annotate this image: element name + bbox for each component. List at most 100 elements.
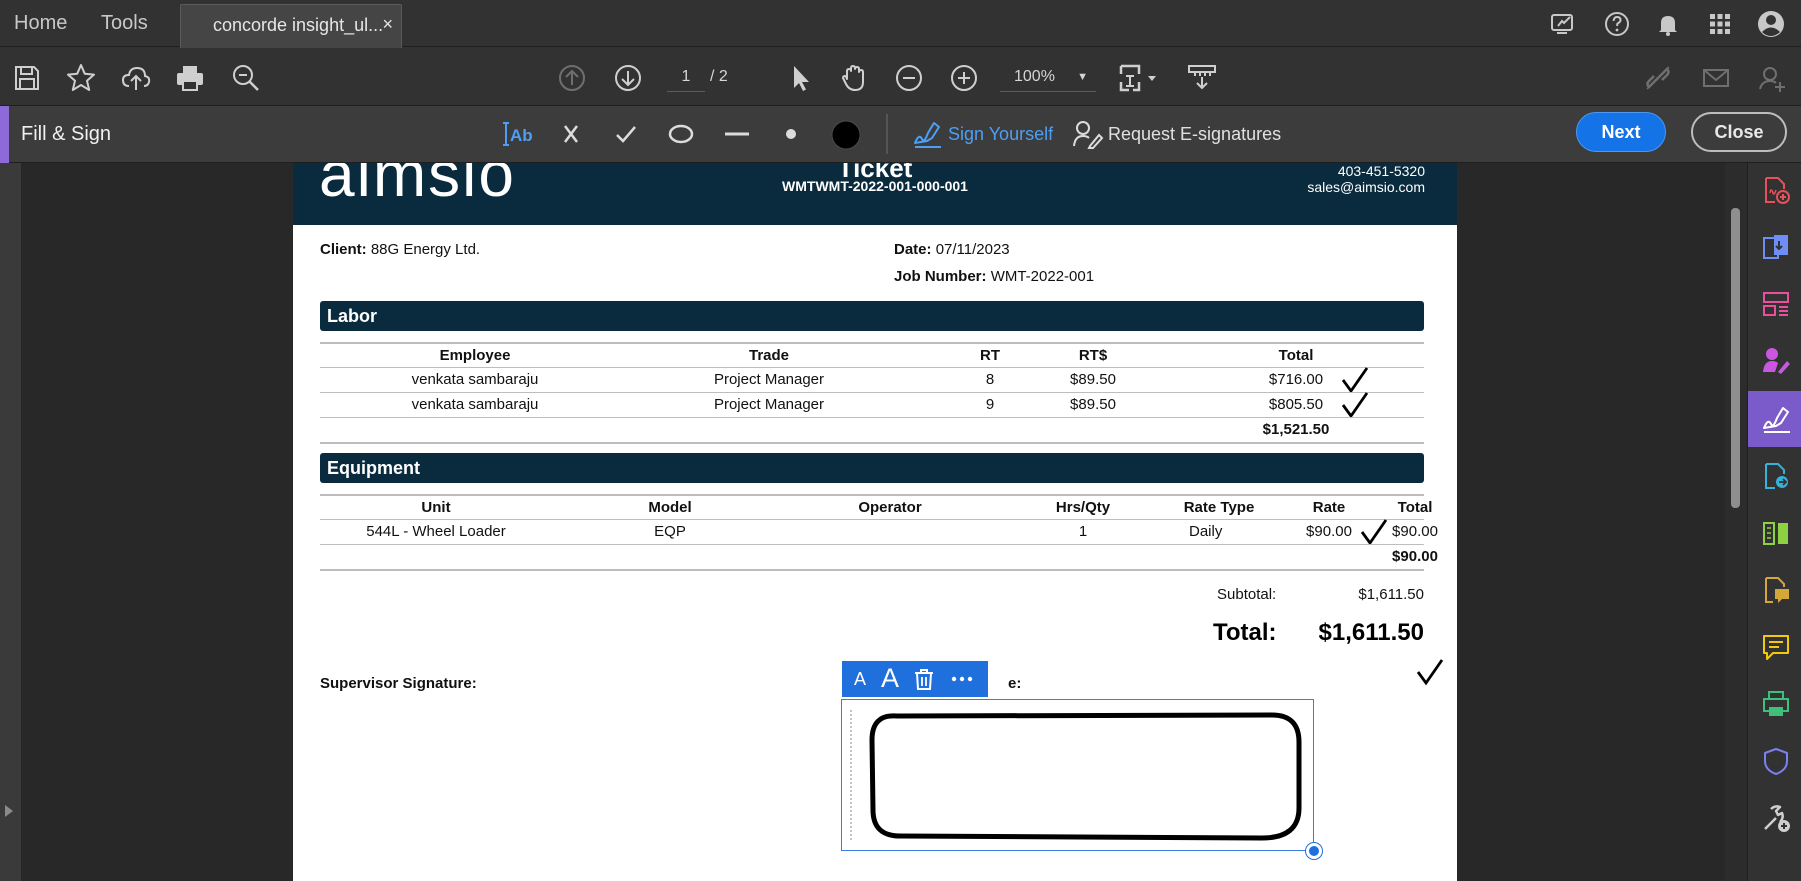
previous-page-icon[interactable] <box>556 62 588 94</box>
divider <box>320 544 1424 545</box>
svg-text:Ab: Ab <box>510 126 533 145</box>
decrease-size-button[interactable]: A <box>850 667 870 691</box>
cross-mark-icon[interactable] <box>555 118 587 150</box>
checkmark-annotation-icon[interactable] <box>1415 657 1445 687</box>
annotation-toolbar: A A <box>842 661 988 697</box>
scrollbar-thumb[interactable] <box>1731 208 1740 508</box>
tab-home[interactable]: Home <box>14 0 67 47</box>
equipment-header-hrs-qty: Hrs/Qty <box>1055 499 1111 516</box>
color-swatch-icon[interactable] <box>829 118 863 150</box>
print-production-icon[interactable] <box>1761 689 1791 719</box>
select-cursor-icon[interactable] <box>784 62 816 94</box>
print-icon[interactable] <box>174 62 206 94</box>
labor-cell-rt: 9 <box>985 396 995 413</box>
resize-handle[interactable] <box>1306 843 1322 859</box>
document-header: aimsio Ticket WMTWMT-2022-001-000-001 40… <box>293 163 1457 225</box>
sign-yourself-button[interactable]: Sign Yourself <box>912 119 1053 149</box>
zoom-level-dropdown[interactable]: 100% ▼ <box>1000 62 1096 92</box>
client-field: Client: 88G Energy Ltd. <box>320 241 480 258</box>
date-value: 07/11/2023 <box>935 241 1010 258</box>
client-label: Client: <box>320 241 367 258</box>
date-label: Date: <box>894 241 932 258</box>
fit-page-icon[interactable] <box>1117 62 1159 94</box>
divider <box>320 342 1424 344</box>
close-tab-icon[interactable]: × <box>382 14 393 35</box>
labor-cell-employee: venkata sambaraju <box>411 371 539 388</box>
labor-header-rt-rate: RT$ <box>1078 347 1108 364</box>
divider <box>320 392 1424 393</box>
increase-size-button[interactable]: A <box>878 663 902 693</box>
vertical-scrollbar[interactable] <box>1725 163 1747 881</box>
signature-drawing <box>850 710 1302 841</box>
add-user-icon[interactable] <box>1756 62 1788 94</box>
request-esignatures-label: Request E-signatures <box>1108 124 1282 144</box>
account-avatar-icon[interactable] <box>1756 9 1786 39</box>
create-pdf-icon[interactable] <box>1761 175 1791 205</box>
signature-selection-box[interactable] <box>841 699 1314 851</box>
add-text-icon[interactable]: Ab <box>500 118 536 150</box>
scroll-mode-icon[interactable] <box>1185 62 1219 94</box>
request-esignatures-button[interactable]: Request E-signatures <box>1072 119 1281 149</box>
email-icon[interactable] <box>1700 62 1732 94</box>
tab-bar: Home Tools concorde insight_ul... × <box>0 0 1801 48</box>
labor-cell-rt-rate: $89.50 <box>1070 371 1116 388</box>
comment-file-icon[interactable] <box>1761 575 1791 605</box>
labor-cell-total: $716.00 <box>1268 371 1324 388</box>
hand-tool-icon[interactable] <box>838 62 870 94</box>
tab-tools[interactable]: Tools <box>101 0 148 47</box>
job-number-field: Job Number: WMT-2022-001 <box>894 268 1094 285</box>
equipment-cell-total: $90.00 <box>1392 523 1438 540</box>
star-bookmark-icon[interactable] <box>65 62 97 94</box>
search-zoom-icon[interactable] <box>230 62 262 94</box>
tab-document-label: concorde insight_ul... <box>213 15 384 35</box>
next-page-icon[interactable] <box>612 62 644 94</box>
company-phone: 403-451-5320 <box>1337 163 1425 179</box>
job-number-value: WMT-2022-001 <box>990 268 1095 285</box>
fill-sign-accent <box>0 106 9 163</box>
close-button[interactable]: Close <box>1691 112 1787 152</box>
page-number-input[interactable]: 1 <box>667 62 705 92</box>
ellipse-icon[interactable] <box>665 118 697 150</box>
toolbar-divider <box>886 114 888 154</box>
left-panel-toggle[interactable] <box>0 163 22 881</box>
save-icon[interactable] <box>11 62 43 94</box>
request-signatures-icon[interactable] <box>1761 345 1791 375</box>
divider <box>320 367 1424 368</box>
equipment-header-unit: Unit <box>421 499 451 516</box>
equipment-cell-unit: 544L - Wheel Loader <box>366 523 506 540</box>
next-button[interactable]: Next <box>1576 112 1666 152</box>
equipment-header-operator: Operator <box>858 499 922 516</box>
send-for-review-icon[interactable] <box>1761 461 1791 491</box>
supervisor-signature-label: Supervisor Signature: <box>320 675 477 692</box>
zoom-in-icon[interactable] <box>948 62 980 94</box>
comment-icon[interactable] <box>1761 632 1791 662</box>
labor-cell-rt: 8 <box>985 371 995 388</box>
apps-grid-icon[interactable] <box>1705 9 1735 39</box>
fill-and-sign-icon[interactable] <box>1761 404 1791 434</box>
export-pdf-icon[interactable] <box>1761 232 1791 262</box>
organize-pages-icon[interactable] <box>1761 289 1791 319</box>
checkmark-annotation-icon[interactable] <box>1359 517 1389 547</box>
share-screen-icon[interactable] <box>1548 9 1578 39</box>
notifications-bell-icon[interactable] <box>1653 9 1683 39</box>
more-options-icon[interactable] <box>948 667 976 691</box>
more-tools-icon[interactable] <box>1761 803 1791 833</box>
equipment-header-rate: Rate <box>1312 499 1346 516</box>
divider <box>320 519 1424 520</box>
protect-shield-icon[interactable] <box>1761 746 1791 776</box>
compare-files-icon[interactable] <box>1761 518 1791 548</box>
checkmark-annotation-icon[interactable] <box>1340 390 1370 420</box>
equipment-cell-model: EQP <box>654 523 686 540</box>
equipment-header-model: Model <box>648 499 692 516</box>
equipment-cell-rate: $90.00 <box>1306 523 1352 540</box>
tab-document[interactable]: concorde insight_ul... × <box>180 4 402 48</box>
trash-delete-icon[interactable] <box>912 667 936 691</box>
zoom-out-icon[interactable] <box>893 62 925 94</box>
checkmark-icon[interactable] <box>610 118 642 150</box>
dot-icon[interactable] <box>775 118 807 150</box>
line-icon[interactable] <box>720 118 754 150</box>
cloud-upload-icon[interactable] <box>120 62 152 94</box>
help-icon[interactable] <box>1602 9 1632 39</box>
divider <box>320 417 1424 418</box>
link-icon[interactable] <box>1642 62 1674 94</box>
